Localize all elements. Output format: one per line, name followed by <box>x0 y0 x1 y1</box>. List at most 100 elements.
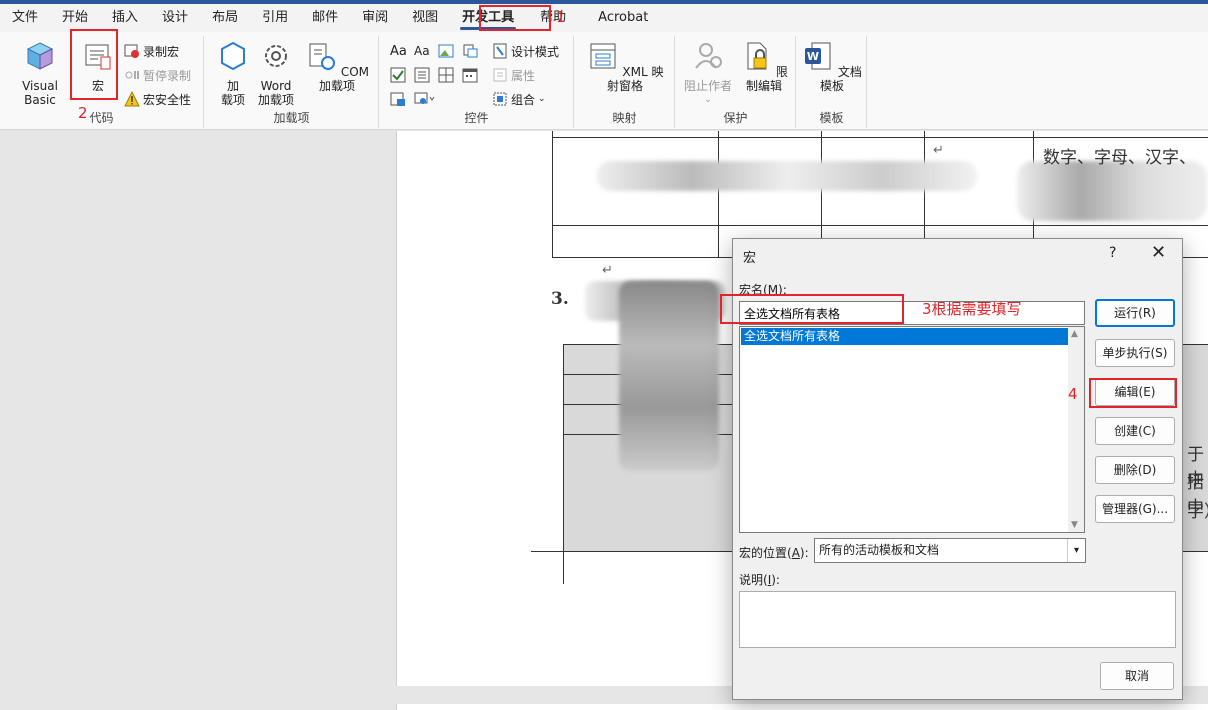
checkbox-control-icon[interactable] <box>390 67 406 83</box>
description-label: 说明(I): <box>739 573 780 587</box>
tab-developer[interactable]: 开发工具 <box>450 6 526 30</box>
group-templates: W 文档模板 模板 <box>797 36 867 128</box>
macro-icon <box>85 44 111 70</box>
table-line <box>531 551 565 552</box>
help-icon[interactable]: ? <box>1109 245 1116 261</box>
repeating-section-icon[interactable] <box>390 91 406 107</box>
pause-icon <box>125 71 139 79</box>
group-label-mapping: 映射 <box>612 111 637 125</box>
document-text: 字）、 <box>1187 502 1208 522</box>
ribbon: Visual Basic 宏 录制宏 暂停录制 宏安全性 代码 加 载项 Wor… <box>0 32 1208 130</box>
table-line <box>718 131 719 258</box>
picture-control-icon[interactable] <box>438 43 454 59</box>
dropdown-control-icon[interactable] <box>438 67 454 83</box>
block-authors-icon <box>695 43 722 69</box>
blurred-region <box>597 161 977 191</box>
rich-text-control[interactable]: Aa <box>390 40 407 62</box>
chevron-down-icon: ⌄ <box>704 95 712 105</box>
list-scrollbar[interactable]: ▲ ▼ <box>1068 327 1084 532</box>
tab-references[interactable]: 引用 <box>250 6 300 30</box>
ribbon-tabs: 文件 开始 插入 设计 布局 引用 邮件 审阅 视图 开发工具 帮助 Acrob… <box>0 4 1208 32</box>
tab-help[interactable]: 帮助 <box>526 6 578 30</box>
macros-button[interactable]: 宏 <box>76 40 120 93</box>
macro-security-button[interactable]: 宏安全性 <box>124 88 191 110</box>
date-picker-icon[interactable] <box>462 67 478 83</box>
tab-file[interactable]: 文件 <box>0 6 50 30</box>
svg-text:W: W <box>807 50 819 63</box>
table-line <box>563 552 564 584</box>
close-icon[interactable]: ✕ <box>1151 242 1166 263</box>
tab-mailings[interactable]: 邮件 <box>300 6 350 30</box>
warning-icon <box>124 91 140 107</box>
tab-view[interactable]: 视图 <box>400 6 450 30</box>
annotation-step-3: 3根据需要填写 <box>922 300 1022 318</box>
blurred-region <box>1017 161 1207 221</box>
addins-button[interactable]: 加 载项 <box>215 40 251 107</box>
table-line <box>552 225 1208 226</box>
group-addins: 加 载项 Word 加载项 COM 加载项 加载项 <box>205 36 379 128</box>
chevron-down-icon: ⌄ <box>538 94 546 104</box>
group-label-templates: 模板 <box>819 111 844 125</box>
list-item[interactable]: 全选文档所有表格 <box>741 328 1070 345</box>
group-controls: Aa Aa 设计模式 属性 组合 ⌄ 控件 <box>380 36 574 128</box>
restrict-editing-button[interactable]: 限制编辑 <box>736 40 792 93</box>
record-icon <box>124 44 139 58</box>
document-text: 数字、字母、汉字、 <box>1043 148 1196 168</box>
tab-acrobat[interactable]: Acrobat <box>578 6 660 30</box>
group-code: Visual Basic 宏 录制宏 暂停录制 宏安全性 代码 <box>0 36 204 128</box>
macro-list[interactable]: 全选文档所有表格 ▲ ▼ <box>739 326 1085 533</box>
document-template-button[interactable]: W 文档模板 <box>801 40 863 93</box>
group-label-addins: 加载项 <box>273 111 310 125</box>
tab-insert[interactable]: 插入 <box>100 6 150 30</box>
plain-text-control[interactable]: Aa <box>414 40 430 62</box>
visual-basic-button[interactable]: Visual Basic <box>6 40 74 107</box>
macro-name-input[interactable] <box>739 301 1085 325</box>
group-label-controls: 控件 <box>464 111 489 125</box>
group-button[interactable]: 组合 ⌄ <box>492 88 546 110</box>
description-box[interactable] <box>739 591 1176 648</box>
macro-location-select[interactable]: 所有的活动模板和文档 ▾ <box>814 538 1086 563</box>
create-button[interactable]: 创建(C) <box>1095 417 1175 445</box>
legacy-tools-icon[interactable] <box>414 91 436 107</box>
building-block-icon[interactable] <box>462 43 478 59</box>
step-into-button[interactable]: 单步执行(S) <box>1095 339 1175 367</box>
table-line <box>552 131 553 258</box>
chevron-down-icon: ▾ <box>1067 539 1085 562</box>
group-label-protect: 保护 <box>723 111 748 125</box>
run-button[interactable]: 运行(R) <box>1095 299 1175 327</box>
com-addins-button[interactable]: COM 加载项 <box>299 40 375 93</box>
delete-button[interactable]: 删除(D) <box>1095 456 1175 484</box>
tab-review[interactable]: 审阅 <box>350 6 400 30</box>
return-mark: ↵ <box>933 143 944 158</box>
word-addins-button[interactable]: Word 加载项 <box>255 40 297 107</box>
properties-icon <box>493 68 507 82</box>
com-addin-icon <box>309 43 335 70</box>
scroll-up-icon[interactable]: ▲ <box>1071 329 1078 339</box>
group-icon <box>493 92 507 106</box>
block-authors-button[interactable]: 阻止作者 ⌄ <box>682 40 734 107</box>
edit-button[interactable]: 编辑(E) <box>1095 378 1175 406</box>
design-mode-icon <box>493 43 507 59</box>
heading-number: 3. <box>551 289 569 309</box>
cancel-button[interactable]: 取消 <box>1100 662 1174 690</box>
record-macro-button[interactable]: 录制宏 <box>124 40 179 62</box>
tab-design[interactable]: 设计 <box>150 6 200 30</box>
blurred-region <box>619 281 719 471</box>
pause-recording-button[interactable]: 暂停录制 <box>124 64 191 86</box>
design-mode-button[interactable]: 设计模式 <box>492 40 559 62</box>
tab-layout[interactable]: 布局 <box>200 6 250 30</box>
xml-mapping-pane-button[interactable]: XML 映射窗格 <box>581 40 669 93</box>
tab-home[interactable]: 开始 <box>50 6 100 30</box>
return-mark: ↵ <box>602 263 613 278</box>
gear-icon <box>265 45 287 67</box>
group-protect: 阻止作者 ⌄ 限制编辑 保护 <box>676 36 796 128</box>
annotation-step-4: 4 <box>1068 385 1078 403</box>
organizer-button[interactable]: 管理器(G)... <box>1095 495 1175 523</box>
lock-document-icon <box>747 42 767 70</box>
annotation-step-1: 1 <box>556 8 566 26</box>
scroll-down-icon[interactable]: ▼ <box>1071 520 1078 530</box>
macro-name-label: 宏名(M): <box>739 283 787 297</box>
properties-button[interactable]: 属性 <box>492 64 535 86</box>
group-label-code: 代码 <box>89 111 114 125</box>
combobox-control-icon[interactable] <box>414 67 430 83</box>
